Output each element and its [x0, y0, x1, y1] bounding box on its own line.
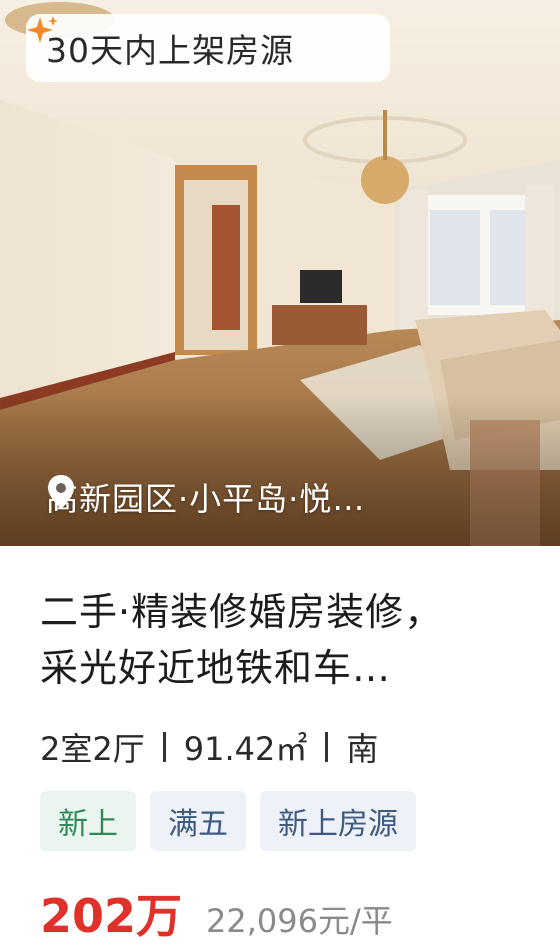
new-listing-badge: 30天内上架房源	[26, 14, 390, 82]
price-row: 202万 22,096元/平	[40, 880, 393, 943]
total-price: 202万	[40, 889, 183, 943]
room-layout: 2室2厅	[40, 730, 145, 768]
location-pin-icon	[48, 475, 74, 509]
listing-photo[interactable]: 30天内上架房源 高新园区·小平岛·悦…	[0, 0, 560, 546]
listing-specs: 2室2厅 91.42㎡ 南	[40, 722, 378, 772]
tag-five-years: 满五	[150, 791, 246, 851]
tag-new: 新上	[40, 791, 136, 851]
floor-area: 91.42㎡	[183, 730, 308, 768]
unit-price: 22,096元/平	[206, 902, 393, 940]
spec-divider	[325, 732, 329, 762]
location-text: 高新园区·小平岛·悦…	[46, 480, 366, 518]
orientation: 南	[346, 730, 379, 768]
tag-new-listing: 新上房源	[260, 791, 416, 851]
location-label: 高新园区·小平岛·悦…	[46, 474, 365, 520]
sparkle-icon	[27, 16, 58, 43]
listing-title[interactable]: 二手·精装修婚房装修， 采光好近地铁和车…	[40, 584, 540, 696]
listing-card[interactable]: 30天内上架房源 高新园区·小平岛·悦… 二手·精装修婚房装修， 采光好近地铁和…	[0, 0, 560, 947]
listing-tags: 新上 满五 新上房源	[40, 791, 416, 851]
badge-text: 30天内上架房源	[46, 31, 294, 70]
spec-divider	[162, 732, 166, 762]
listing-title-line-2: 采光好近地铁和车…	[40, 646, 392, 690]
listing-title-line-1: 二手·精装修婚房装修，	[40, 590, 444, 634]
